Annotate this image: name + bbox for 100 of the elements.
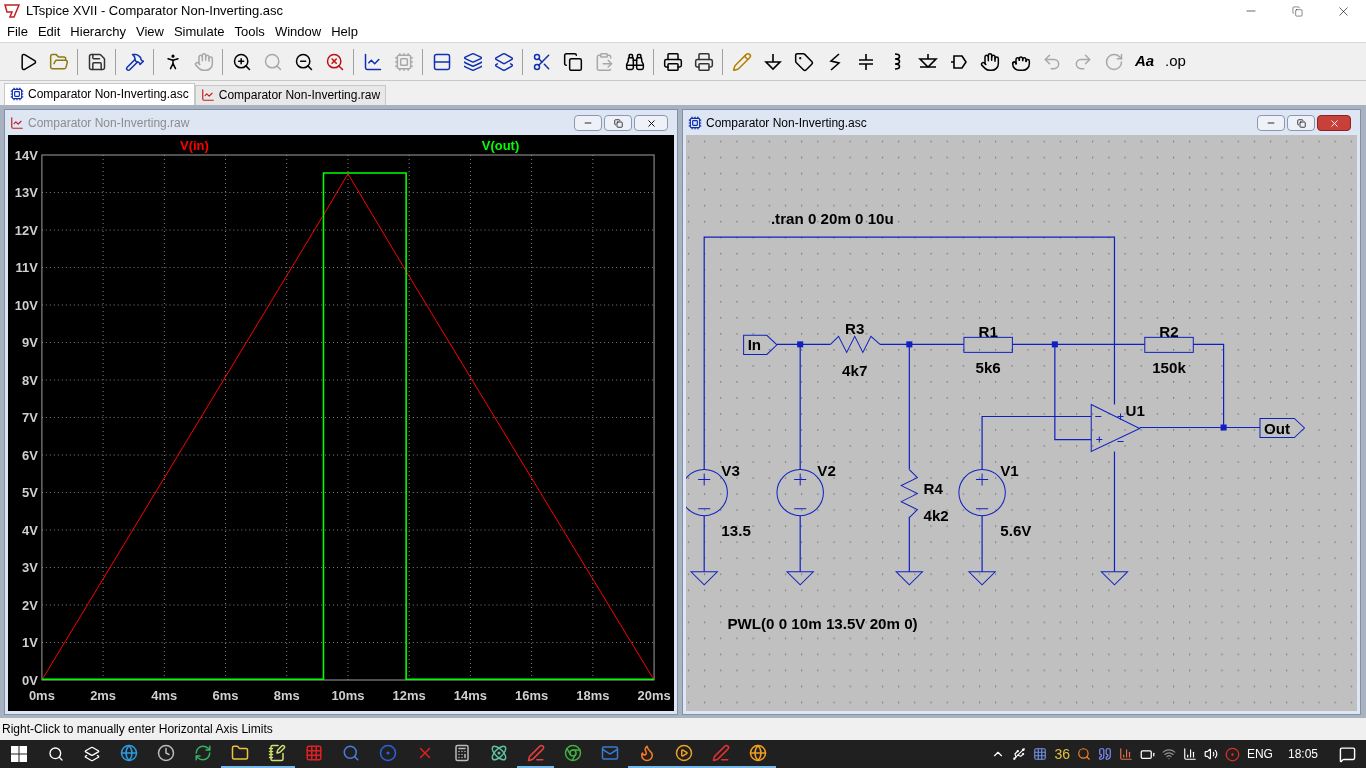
y-axis-label: 10V	[14, 297, 38, 313]
spice-directive: PWL(0 0 10m 13.5V 20m 0)	[727, 614, 918, 632]
notifications-icon[interactable]	[1339, 745, 1356, 763]
menu-item[interactable]: Window	[269, 22, 327, 42]
atom-icon	[489, 744, 508, 762]
menu-item[interactable]: Simulate	[168, 22, 230, 42]
mail-icon	[600, 744, 619, 762]
x-axis-label: 8ms	[273, 687, 300, 703]
ground-symbol	[689, 570, 719, 586]
component-name: R3	[845, 320, 865, 337]
resistor-symbol	[963, 336, 1013, 353]
legend-label[interactable]: V(in)	[180, 137, 209, 153]
pencil-icon	[731, 51, 752, 72]
schematic-icon	[688, 116, 702, 131]
app-logo-icon	[4, 4, 20, 18]
x-axis-label: 6ms	[212, 687, 239, 703]
menu-item[interactable]: Help	[326, 22, 363, 42]
volume-icon	[1203, 747, 1218, 761]
menu-item[interactable]: Tools	[229, 22, 270, 42]
x-axis-label: 4ms	[151, 687, 178, 703]
tray-count-label: 36	[1054, 744, 1070, 764]
y-axis-label: 12V	[14, 222, 38, 238]
magnifier-cross-icon	[324, 51, 345, 72]
close-icon	[645, 117, 657, 129]
document-tab[interactable]: Comparator Non-Inverting.asc	[4, 82, 195, 105]
waveform-icon	[10, 116, 24, 131]
ground-icon	[762, 51, 783, 72]
close-button[interactable]	[634, 115, 668, 132]
y-axis-label: 6V	[22, 447, 38, 463]
component-value: 4k7	[842, 362, 868, 379]
copy-icon	[562, 51, 583, 72]
menu-item[interactable]: Hierarchy	[65, 22, 131, 42]
save-icon	[86, 51, 107, 72]
component-name: R2	[1159, 323, 1179, 340]
close-icon	[1328, 117, 1340, 129]
app-tray-icon	[1033, 747, 1048, 761]
component-name: V3	[721, 461, 740, 479]
task-view-icon	[84, 746, 100, 762]
wire	[981, 514, 983, 572]
document-tab[interactable]: Comparator Non-Inverting.raw	[194, 84, 387, 105]
y-axis-label: 9V	[22, 335, 38, 351]
grid-icon	[304, 744, 323, 762]
component-name: R1	[978, 323, 998, 340]
schematic-icon	[10, 87, 24, 102]
y-axis-label: 13V	[14, 185, 38, 201]
component-name: V2	[817, 461, 836, 479]
zoom-in-icon	[231, 51, 252, 72]
hand-icon	[193, 51, 214, 72]
windows-logo-icon	[11, 746, 27, 762]
toolbar-button[interactable]: .op	[1160, 46, 1191, 77]
x-axis-label: 0ms	[28, 687, 55, 703]
component-value: 5k6	[975, 359, 1001, 376]
ground-symbol	[894, 570, 924, 586]
maximize-button[interactable]	[604, 115, 632, 132]
close-button[interactable]	[1317, 115, 1351, 132]
plot-icon	[362, 51, 383, 72]
x-axis-label: 10ms	[331, 687, 365, 703]
component-name: V1	[1000, 461, 1019, 479]
calculator-icon	[452, 744, 471, 762]
maximize-button[interactable]	[1287, 115, 1315, 132]
minimize-button[interactable]	[1257, 115, 1285, 132]
folder-icon	[48, 51, 69, 72]
x-axis-label: 14ms	[453, 687, 487, 703]
zoom-out-icon	[293, 51, 314, 72]
window-title: LTspice XVII - Comparator Non-Inverting.asc	[26, 2, 283, 21]
net-label: In	[743, 334, 778, 355]
wire	[703, 514, 705, 572]
bars-icon	[1118, 747, 1133, 761]
printer-icon	[662, 51, 683, 72]
y-axis-label: 2V	[22, 597, 38, 613]
ground-symbol	[967, 570, 997, 586]
x-axis-label: 20ms	[637, 687, 671, 703]
x-axis-label: 2ms	[90, 687, 117, 703]
quote-icon	[1097, 747, 1112, 761]
language-indicator[interactable]: ENG	[1246, 745, 1273, 763]
magnifier-icon	[262, 51, 283, 72]
binoculars-icon	[624, 51, 645, 72]
x-axis-label: 16ms	[515, 687, 549, 703]
restore-icon	[613, 118, 623, 128]
menu-item[interactable]: View	[131, 22, 169, 42]
usb-icon	[1012, 747, 1027, 761]
hammer-icon	[124, 51, 145, 72]
cascade-windows-icon	[462, 51, 483, 72]
toolbar-button[interactable]: Aa	[1129, 46, 1160, 77]
menu-item[interactable]: File	[2, 22, 33, 42]
legend-label[interactable]: V(out)	[481, 137, 520, 153]
y-axis-label: 0V	[22, 672, 38, 688]
minimize-button[interactable]	[574, 115, 602, 132]
y-axis-label: 3V	[22, 560, 38, 576]
wire	[799, 514, 801, 572]
clock-time[interactable]: 18:05	[1287, 745, 1318, 763]
wire	[908, 515, 910, 572]
magnifier-icon	[341, 744, 360, 762]
chrome-icon	[563, 744, 582, 762]
menu-item[interactable]: Edit	[32, 22, 66, 42]
disc-icon	[378, 744, 397, 762]
ground-symbol	[785, 570, 815, 586]
window-title: Comparator Non-Inverting.raw	[28, 115, 190, 133]
notepad-icon	[267, 744, 286, 762]
scissors-icon	[531, 51, 552, 72]
